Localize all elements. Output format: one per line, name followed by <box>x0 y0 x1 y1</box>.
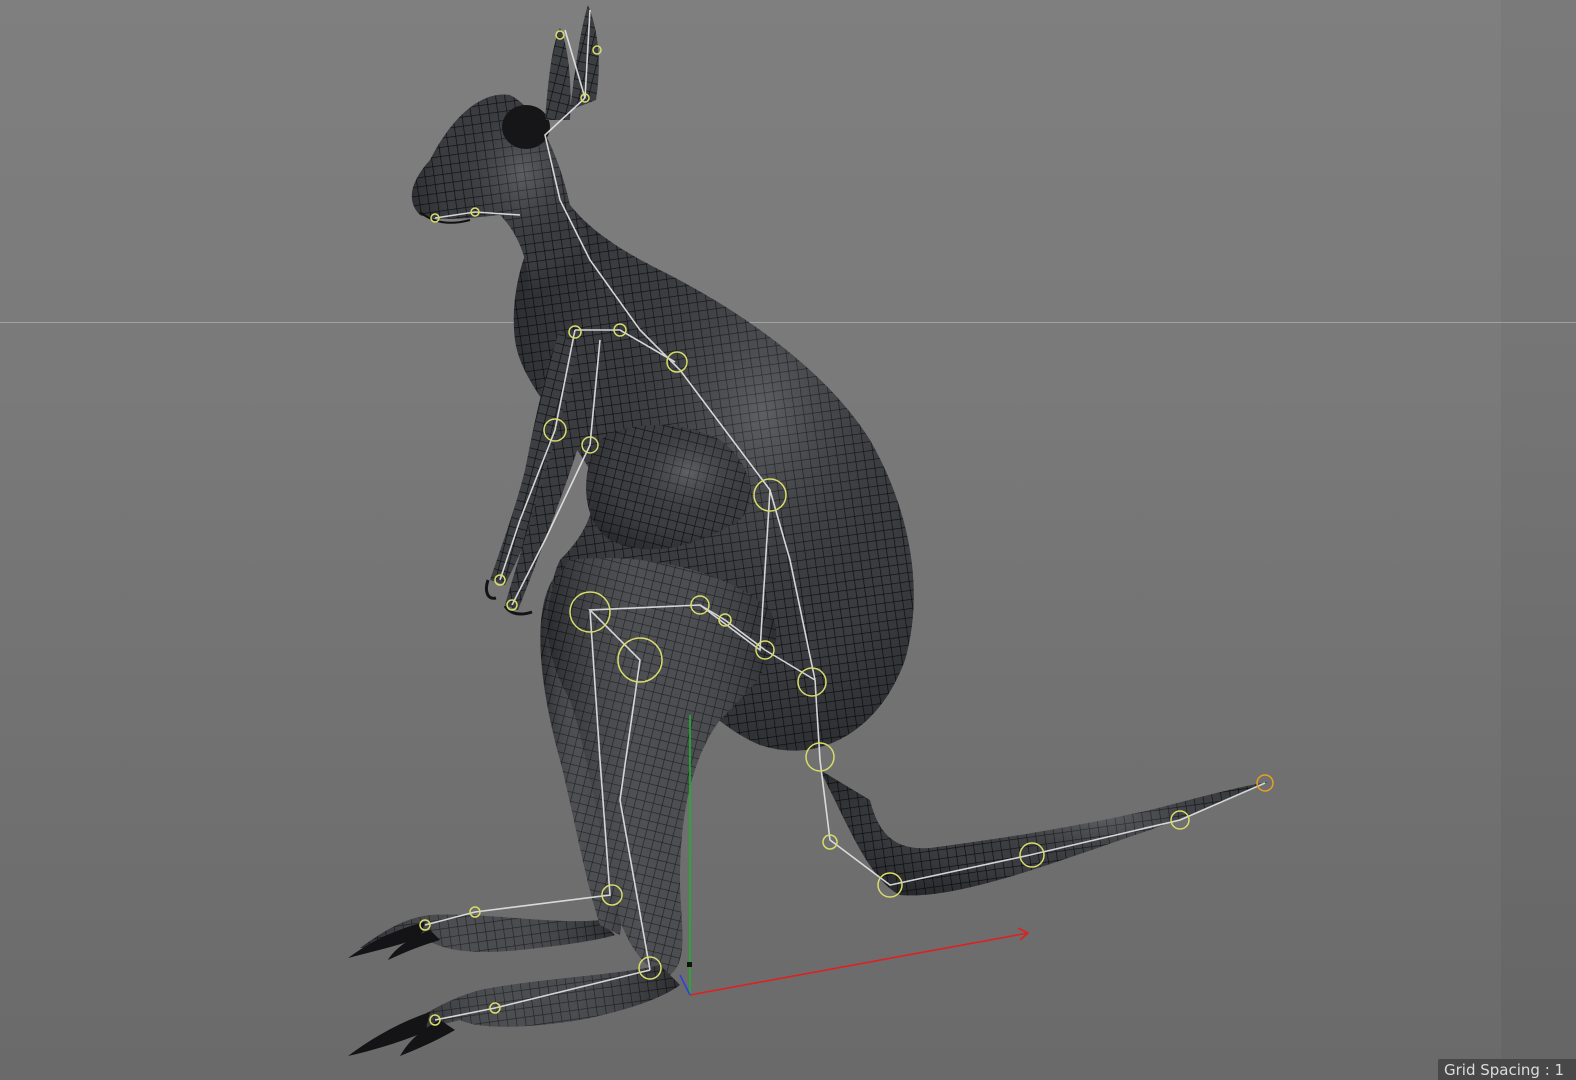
grid-spacing-readout: Grid Spacing : 1 <box>1438 1059 1576 1080</box>
ears[interactable] <box>545 5 599 120</box>
eye-socket <box>502 105 550 149</box>
z-axis <box>679 974 691 996</box>
kangaroo-scene <box>348 5 1274 1056</box>
rear-foot-near[interactable] <box>348 965 680 1056</box>
rear-foot-far[interactable] <box>348 914 615 960</box>
3d-viewport[interactable]: Grid Spacing : 1 <box>0 0 1576 1080</box>
head[interactable] <box>411 94 590 301</box>
x-axis <box>689 932 1029 996</box>
tail[interactable] <box>820 770 1268 896</box>
axis-origin <box>687 962 692 967</box>
